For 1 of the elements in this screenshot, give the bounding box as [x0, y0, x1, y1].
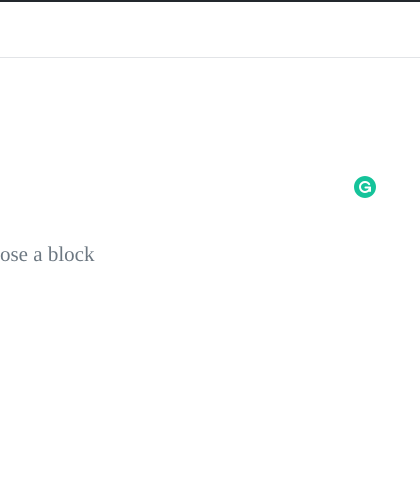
block-prompt-text: ose a block	[0, 242, 94, 266]
